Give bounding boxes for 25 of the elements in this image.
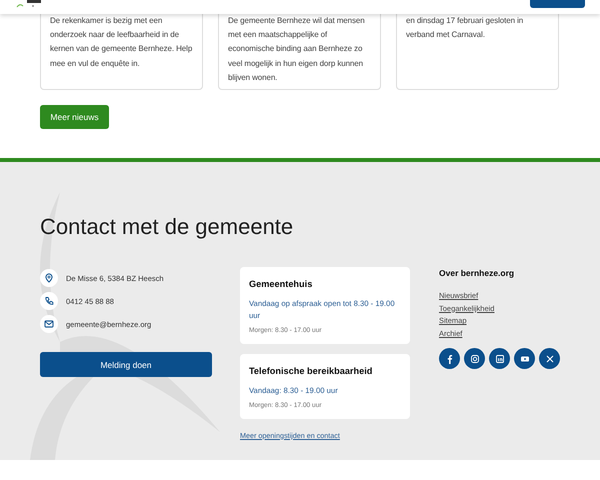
about-title: Over bernheze.org xyxy=(439,267,516,280)
card-title: Gemeentehuis xyxy=(249,278,314,292)
report-button[interactable]: Melding doen xyxy=(40,352,212,378)
news-card[interactable]: De gemeente Bernheze wil dat mensen met een maatschappelijke of economische binding aan Bernheze zo veel mogelijk in hun eigen dorp kunnen blijven wonen. xyxy=(218,14,381,90)
logo-icon[interactable] xyxy=(15,0,43,8)
card-title: Telefonische bereikbaarheid xyxy=(249,365,374,378)
card-text: De rekenkamer is bezig met een onderzoek naar de leefbaarheid in de kernen van de gemeente Bernheze. Help mee en vul de enquête in. xyxy=(50,15,194,70)
linkedin-icon xyxy=(494,354,504,364)
news-card[interactable]: De rekenkamer is bezig met een onderzoek naar de leefbaarheid in de kernen van de gemeente Bernheze. Help mee en vul de enquête in. xyxy=(40,14,203,90)
social-button[interactable] xyxy=(464,348,485,370)
mail-icon xyxy=(44,319,54,330)
news-card[interactable]: en dinsdag 17 februari gesloten in verband met Carnaval. xyxy=(396,14,559,90)
location-pin-icon xyxy=(44,273,54,284)
social-button[interactable] xyxy=(514,348,535,370)
card-text: en dinsdag 17 februari gesloten in verband met Carnaval. xyxy=(406,15,524,42)
x-icon xyxy=(544,354,554,364)
instagram-icon xyxy=(470,354,480,364)
social-button[interactable] xyxy=(439,348,460,370)
section-title: Contact met de gemeente xyxy=(40,214,294,240)
play-icon xyxy=(520,354,530,364)
card-text: De gemeente Bernheze wil dat mensen met een maatschappelijke of economische binding aan Bernheze zo veel mogelijk in hun eigen dorp kunnen blijven wonen. xyxy=(228,15,366,84)
social-button[interactable] xyxy=(489,348,510,370)
more-news-button[interactable]: Meer nieuws xyxy=(40,105,109,129)
phone-icon xyxy=(44,296,54,306)
social-button[interactable] xyxy=(539,348,560,370)
